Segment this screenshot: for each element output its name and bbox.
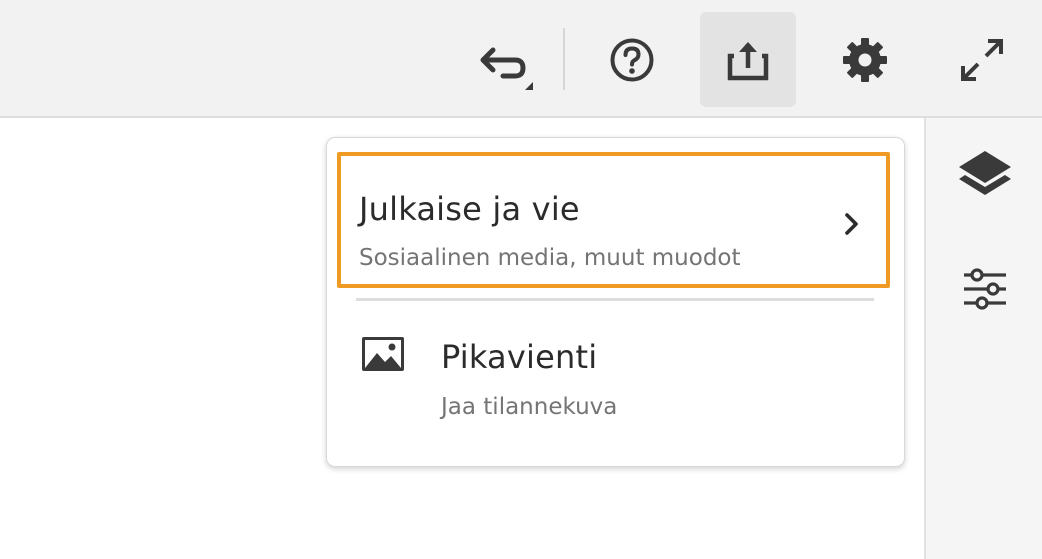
app-window: Julkaise ja vie Sosiaalinen media, muut … [0,0,1042,559]
undo-button[interactable] [450,12,546,107]
gear-icon [842,37,888,83]
layers-button[interactable] [956,148,1014,206]
quick-export-subtitle: Jaa tilannekuva [441,394,618,420]
adjustments-icon [962,267,1008,315]
layers-icon [957,149,1013,205]
toolbar-divider [563,28,565,90]
help-icon [608,36,656,84]
undo-icon [463,30,533,90]
quick-export-item[interactable]: Pikavienti Jaa tilannekuva [327,308,904,458]
settings-button[interactable] [817,12,913,107]
publish-export-title: Julkaise ja vie [359,190,580,228]
share-icon [726,38,770,82]
share-popover: Julkaise ja vie Sosiaalinen media, muut … [326,137,905,467]
right-panel-rail [924,118,1042,559]
menu-separator [356,298,874,301]
quick-export-title: Pikavienti [441,338,598,376]
publish-export-item[interactable]: Julkaise ja vie Sosiaalinen media, muut … [337,152,890,288]
publish-export-subtitle: Sosiaalinen media, muut muodot [359,245,741,271]
top-toolbar [0,0,1042,118]
expand-icon [958,36,1006,84]
fullscreen-button[interactable] [934,12,1030,107]
help-button[interactable] [584,12,680,107]
adjustments-button[interactable] [956,262,1014,320]
share-button[interactable] [700,12,796,107]
image-icon [361,336,405,376]
chevron-right-icon [843,212,861,240]
